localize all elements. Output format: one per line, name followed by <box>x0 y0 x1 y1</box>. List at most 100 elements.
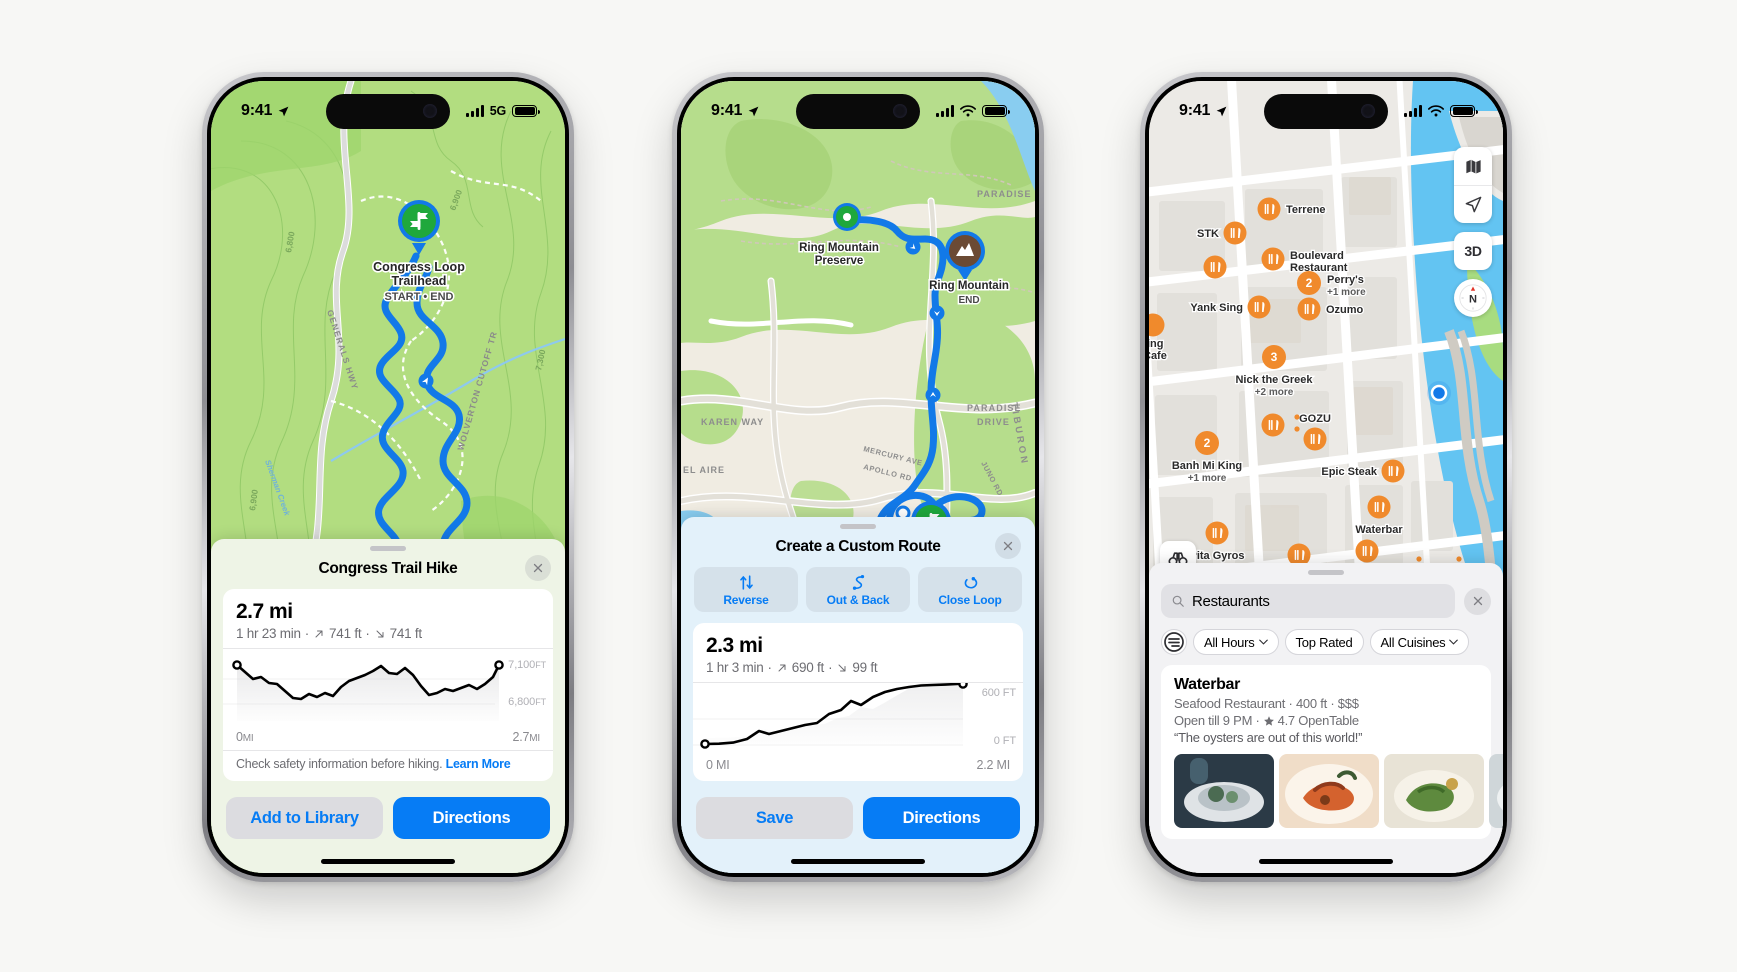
route-stats-card: 2.3 mi 1 hr 3 min · 690 ft · 99 ft 600 F… <box>693 623 1023 781</box>
map-controls: 3D N <box>1454 147 1492 317</box>
location-arrow-icon <box>1216 106 1227 116</box>
screenshot-stage: Congress Loop Trailhead START • END GENE… <box>0 0 1737 972</box>
phone-screen: Congress Loop Trailhead START • END GENE… <box>211 81 565 873</box>
svg-text:Cafe: Cafe <box>1149 350 1167 362</box>
custom-route-sheet: Create a Custom Route Reverse Out & Back… <box>681 517 1035 873</box>
close-loop-button[interactable]: Close Loop <box>918 567 1022 612</box>
cellular-signal-icon <box>465 105 484 117</box>
out-and-back-button[interactable]: Out & Back <box>806 567 910 612</box>
meta-dot-2: · <box>365 626 370 641</box>
filter-all-hours[interactable]: All Hours <box>1193 629 1279 655</box>
meta-dot-1: · <box>767 660 773 675</box>
place-photo[interactable] <box>1279 754 1379 828</box>
status-time: 9:41 <box>241 102 273 119</box>
svg-text:START • END: START • END <box>384 291 453 303</box>
chip-label: Reverse <box>723 593 769 607</box>
svg-text:Trailhead: Trailhead <box>392 274 447 288</box>
location-arrow-icon <box>1465 196 1481 213</box>
home-indicator[interactable] <box>321 859 455 864</box>
x-end: 2.2 MI <box>976 758 1010 772</box>
phone-create-custom-route: Ring Mountain Preserve Ring Mountain END… <box>672 72 1044 882</box>
close-loop-icon <box>964 576 977 589</box>
filter-all-cuisines[interactable]: All Cuisines <box>1369 629 1470 655</box>
sheet-title: Create a Custom Route <box>775 538 941 555</box>
svg-text:Ring Mountain: Ring Mountain <box>799 242 879 254</box>
status-indicators <box>936 104 1010 118</box>
svg-text:PARADISE: PARADISE <box>977 189 1032 199</box>
svg-text:END: END <box>958 295 979 306</box>
close-icon <box>1473 596 1482 606</box>
compass-icon: N <box>1459 284 1487 312</box>
reverse-route-button[interactable]: Reverse <box>694 567 798 612</box>
home-indicator[interactable] <box>1259 859 1393 864</box>
route-descent: 99 ft <box>852 660 878 675</box>
place-photo-strip[interactable] <box>1174 754 1503 839</box>
battery-icon <box>1450 104 1478 118</box>
filter-label: All Cuisines <box>1380 634 1446 650</box>
status-indicators <box>1404 104 1478 118</box>
directions-button[interactable]: Directions <box>863 797 1020 839</box>
home-indicator[interactable] <box>791 859 925 864</box>
svg-text:Nick the Greek: Nick the Greek <box>1235 374 1313 386</box>
filter-button[interactable] <box>1161 629 1187 655</box>
search-icon <box>1172 595 1184 607</box>
add-to-library-button[interactable]: Add to Library <box>226 797 383 839</box>
close-icon <box>1003 541 1013 551</box>
place-rating: 4.7 OpenTable <box>1277 713 1360 728</box>
svg-text:Preserve: Preserve <box>815 255 864 267</box>
search-input[interactable]: Restaurants <box>1161 584 1455 618</box>
dynamic-island <box>796 94 920 129</box>
location-arrow-icon <box>748 106 759 116</box>
place-result-card[interactable]: Waterbar Seafood Restaurant · 400 ft · $… <box>1161 665 1503 839</box>
svg-text:STK: STK <box>1197 228 1219 240</box>
phone-restaurant-search: Terrene STK Boulevard Restaurant 2 Perry… <box>1140 72 1512 882</box>
location-arrow-icon <box>278 106 289 116</box>
trail-stats-card: 2.7 mi 1 hr 23 min · 741 ft · 741 ft 7,1… <box>223 589 553 781</box>
svg-text:+1 more: +1 more <box>1327 287 1366 298</box>
place-photo[interactable] <box>1174 754 1274 828</box>
learn-more-link[interactable]: Learn More <box>446 757 511 771</box>
locate-me-button[interactable] <box>1454 185 1492 223</box>
toggle-3d-label: 3D <box>1464 243 1482 259</box>
elevation-chart: 600 FT 0 FT <box>693 683 1023 755</box>
sheet-title: Congress Trail Hike <box>318 560 458 577</box>
svg-text:Ring Mountain: Ring Mountain <box>929 280 1009 292</box>
directions-button[interactable]: Directions <box>393 797 550 839</box>
svg-text:GOZU: GOZU <box>1299 413 1331 425</box>
sheet-grabber[interactable] <box>1308 570 1344 575</box>
compass-button[interactable]: N <box>1454 279 1492 317</box>
trail-meta: 1 hr 23 min · 741 ft · 741 ft <box>236 626 540 641</box>
svg-text:Yank Sing: Yank Sing <box>1190 302 1243 314</box>
filter-row: All Hours Top Rated All Cuisines <box>1149 618 1503 665</box>
elevation-x-axis: 0MI 2.7MI <box>223 727 553 744</box>
battery-icon <box>982 104 1010 118</box>
place-quote: “The oysters are out of this world!” <box>1174 730 1363 745</box>
close-sheet-button[interactable] <box>995 533 1021 559</box>
svg-text:Terrene: Terrene <box>1286 204 1326 216</box>
x-start: 0MI <box>236 730 254 744</box>
x-end: 2.7MI <box>512 730 541 744</box>
place-photo[interactable] <box>1489 754 1503 828</box>
trail-duration: 1 hr 23 min <box>236 626 301 641</box>
search-bar: Restaurants <box>1149 584 1503 618</box>
save-route-button[interactable]: Save <box>696 797 853 839</box>
phone-screen: Ring Mountain Preserve Ring Mountain END… <box>681 81 1035 873</box>
battery-icon <box>512 104 540 118</box>
map-layers-button[interactable] <box>1454 147 1492 185</box>
arrow-down-right-icon <box>376 630 384 637</box>
svg-text:N: N <box>1469 293 1477 305</box>
phone-hiking-trail-detail: Congress Loop Trailhead START • END GENE… <box>202 72 574 882</box>
route-meta: 1 hr 3 min · 690 ft · 99 ft <box>706 660 1010 675</box>
3d-control: 3D <box>1454 232 1492 270</box>
filter-top-rated[interactable]: Top Rated <box>1284 629 1364 655</box>
clear-search-button[interactable] <box>1464 587 1491 615</box>
svg-text:Congress Loop: Congress Loop <box>373 260 465 274</box>
status-time: 9:41 <box>1179 102 1211 119</box>
toggle-3d-button[interactable]: 3D <box>1454 232 1492 270</box>
elev-y-bottom: 0 FT <box>993 735 1016 747</box>
place-photo[interactable] <box>1384 754 1484 828</box>
filter-label: Top Rated <box>1295 634 1353 650</box>
close-sheet-button[interactable] <box>525 555 551 581</box>
x-start: 0 MI <box>706 758 730 772</box>
trail-ascent: 741 ft <box>329 626 362 641</box>
